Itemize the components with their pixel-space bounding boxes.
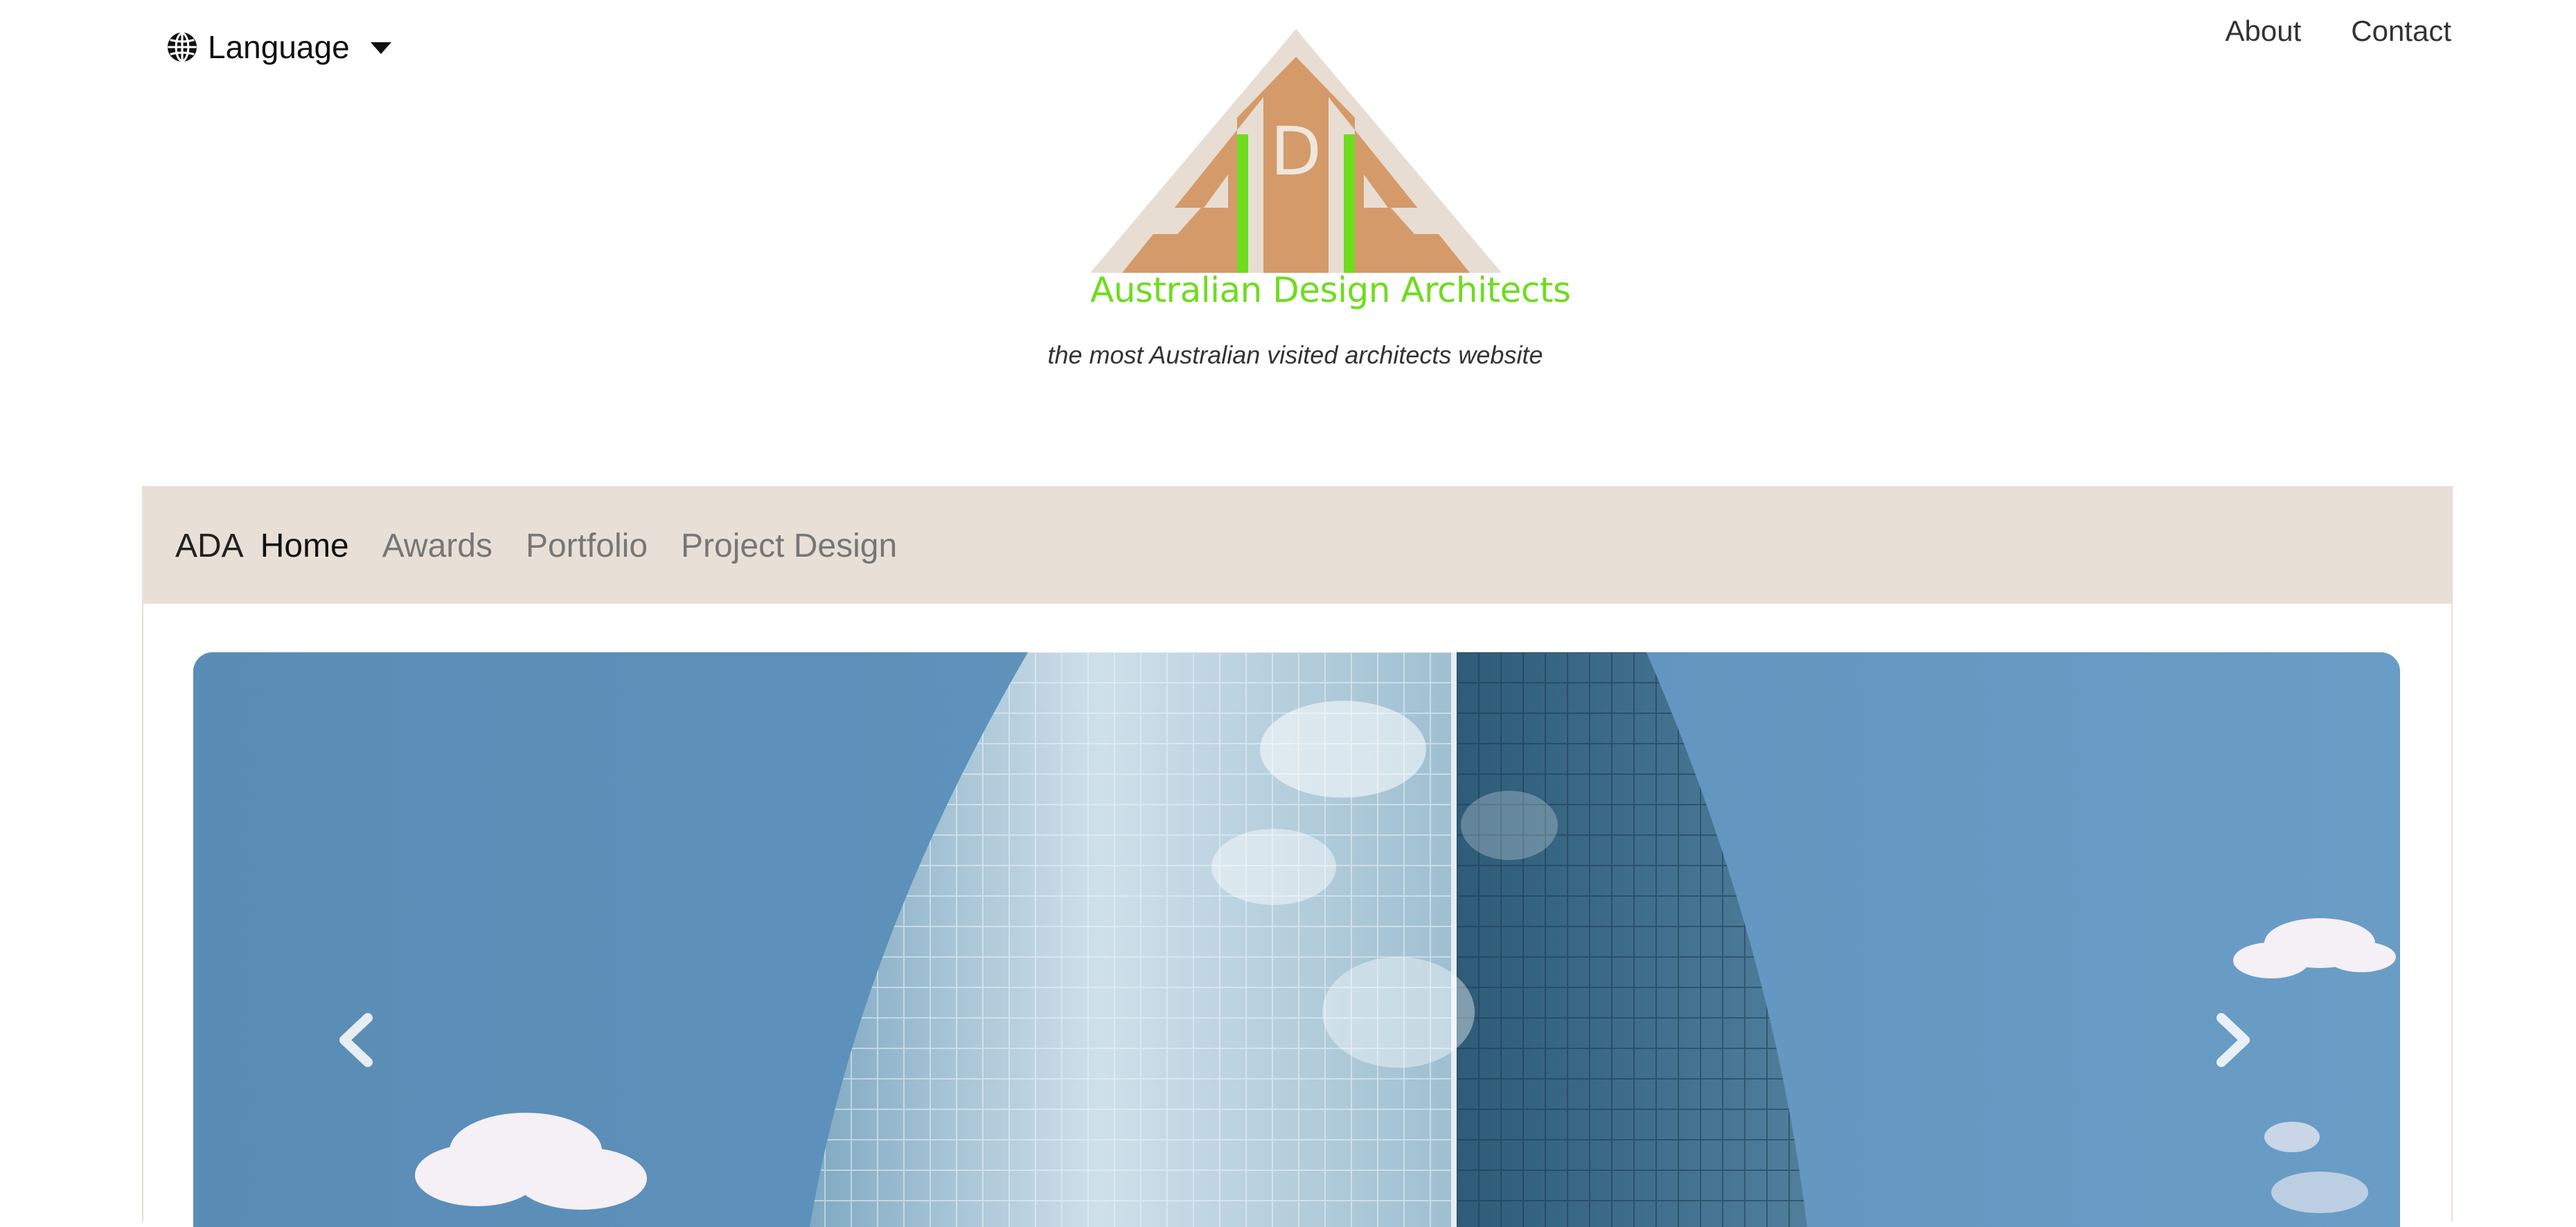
nav-project-design[interactable]: Project Design (681, 527, 897, 565)
logo-letter: D (1270, 113, 1322, 190)
image-carousel[interactable] (193, 652, 2400, 1227)
main-navbar: ADA Home Awards Portfolio Project Design (143, 487, 2451, 604)
logo-brand-name: Australian Design Architects (1090, 270, 1571, 310)
site-tagline: the most Australian visited architects w… (1047, 341, 1543, 369)
contact-link[interactable]: Contact (2351, 15, 2451, 47)
language-label: Language (208, 29, 350, 65)
site-logo[interactable]: D Australian Design Architects (1090, 29, 1571, 314)
logo-mark: D (1090, 29, 1502, 273)
about-link[interactable]: About (2225, 15, 2301, 47)
chevron-left-icon (339, 1013, 373, 1067)
nav-home[interactable]: Home (260, 527, 349, 565)
chevron-right-icon (2217, 1013, 2250, 1067)
main-container: ADA Home Awards Portfolio Project Design (142, 486, 2453, 1227)
globe-icon (167, 32, 197, 62)
top-links: About Contact (2225, 15, 2451, 47)
navbar-brand[interactable]: ADA (175, 527, 244, 565)
nav-portfolio[interactable]: Portfolio (526, 527, 648, 565)
language-dropdown[interactable]: Language (166, 25, 391, 69)
carousel-slide-image (193, 652, 2400, 1227)
chevron-down-icon (370, 42, 391, 54)
nav-awards[interactable]: Awards (382, 527, 492, 565)
carousel-prev-button[interactable] (332, 1012, 380, 1068)
carousel-next-button[interactable] (2209, 1012, 2257, 1068)
